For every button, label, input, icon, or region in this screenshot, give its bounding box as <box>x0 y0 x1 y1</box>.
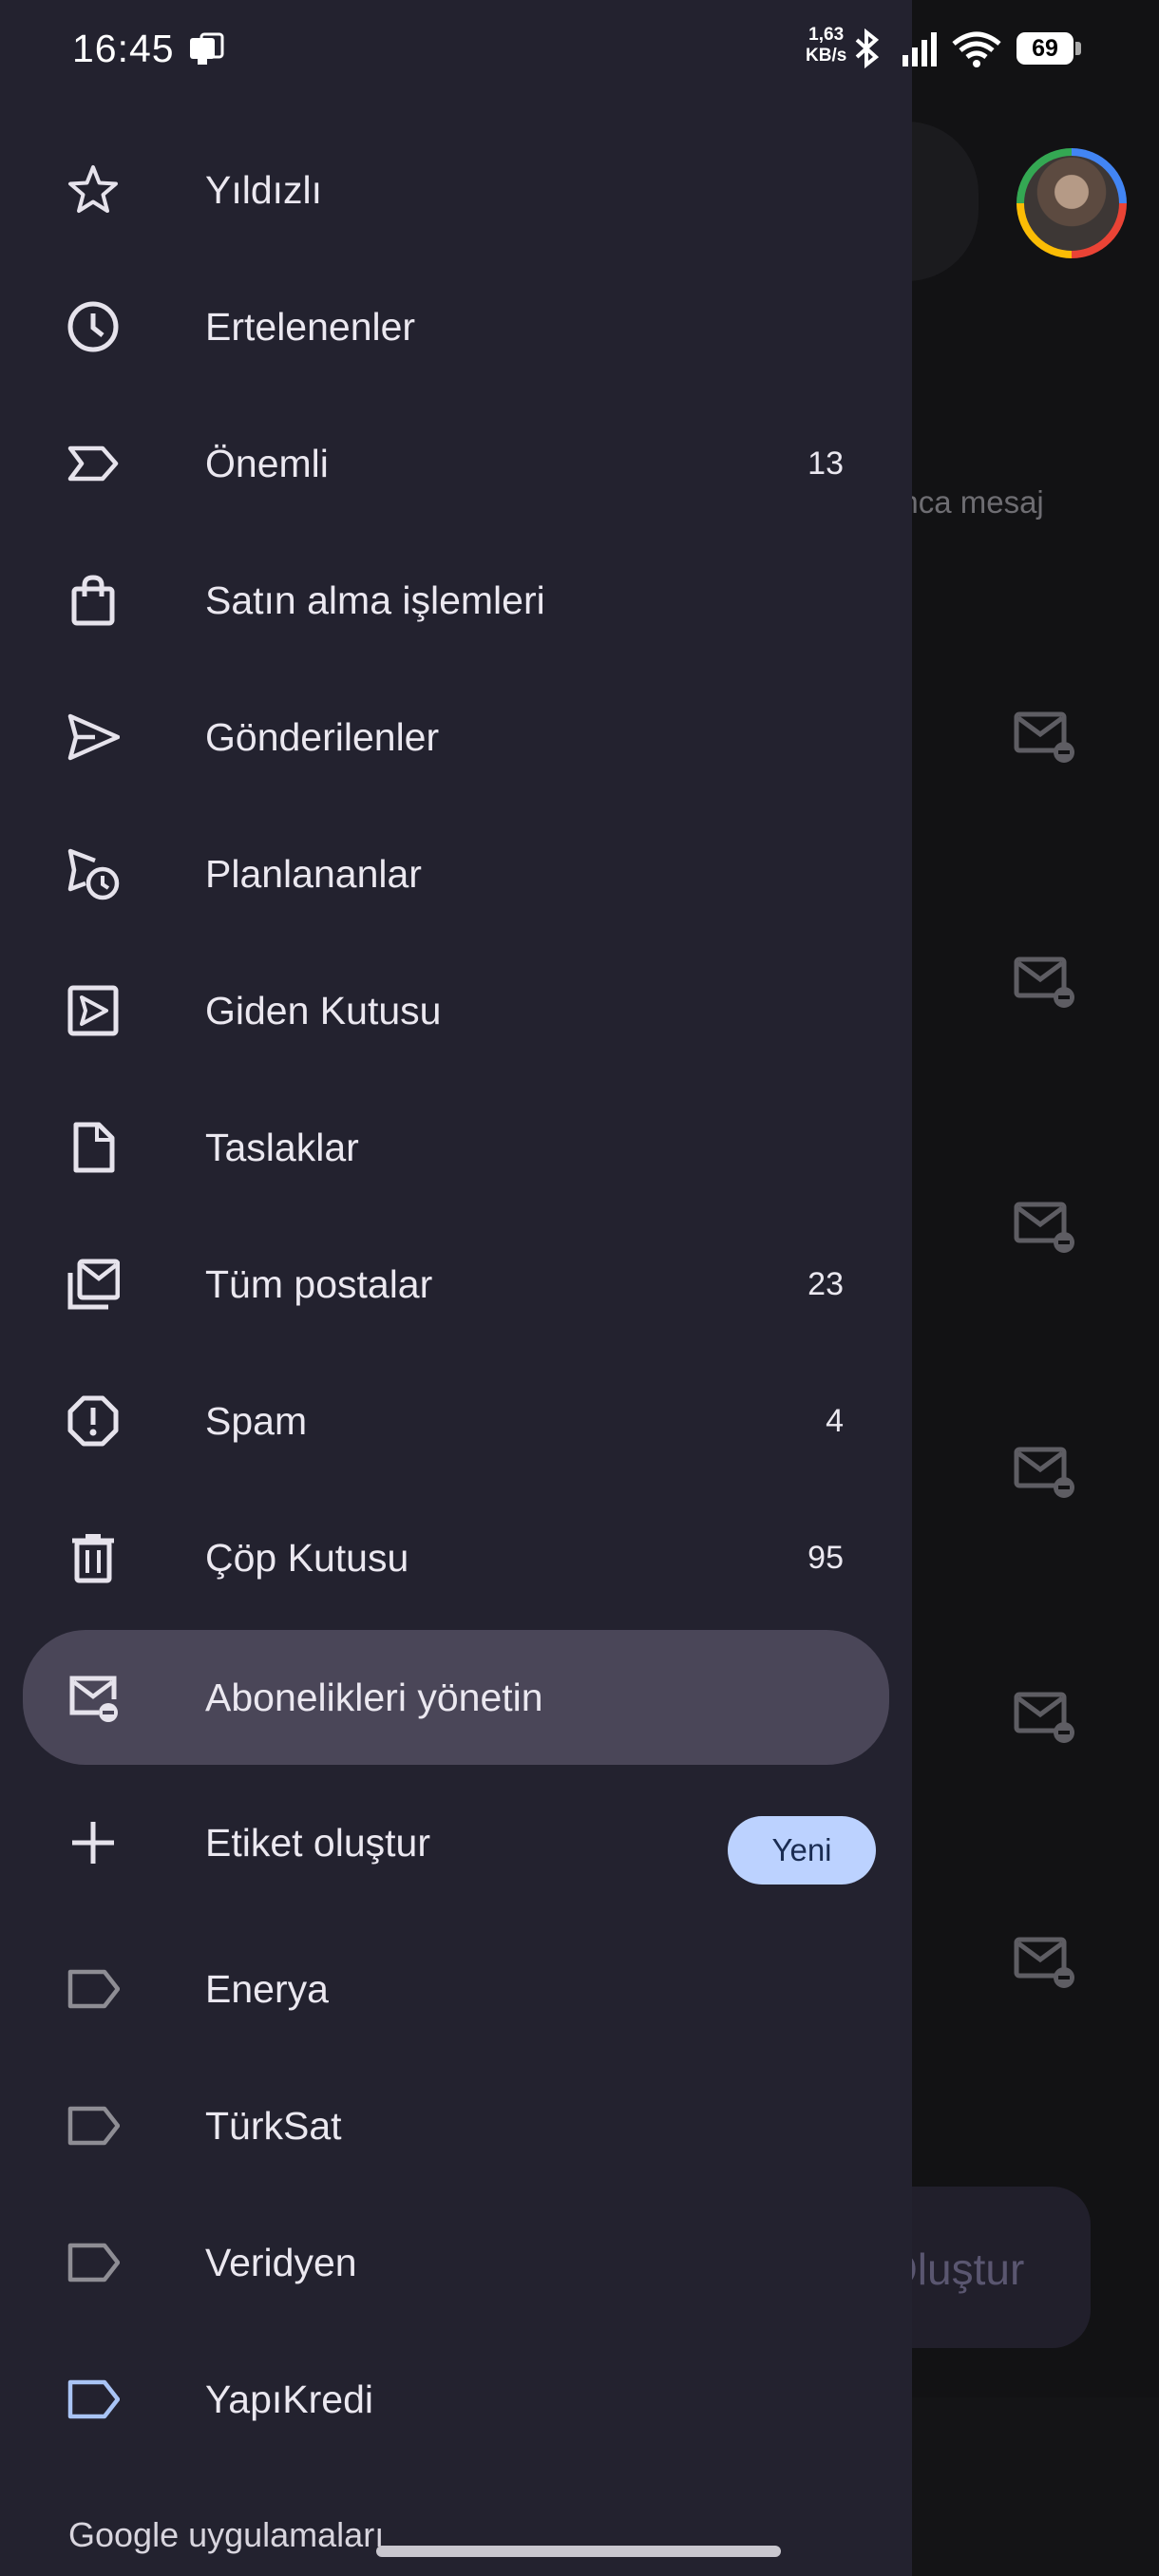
wifi-icon <box>952 31 1001 67</box>
drawer-label-enerya[interactable]: Enerya <box>23 1926 889 2052</box>
unsubscribe-mail-icon <box>1014 1937 1074 1988</box>
drawer-item-sent[interactable]: Gönderilenler <box>23 674 889 800</box>
spam-icon <box>67 1395 119 1447</box>
account-avatar <box>1016 148 1127 258</box>
new-badge: Yeni <box>728 1816 876 1885</box>
drawer-item-outbox[interactable]: Giden Kutusu <box>23 948 889 1073</box>
drawer-item-create-label[interactable]: Etiket oluştur Yeni <box>23 1780 889 1905</box>
drawer-item-purchases[interactable]: Satın alma işlemleri <box>23 538 889 663</box>
label-icon <box>67 2106 120 2146</box>
label-icon <box>67 1969 120 2009</box>
star-icon <box>68 165 118 213</box>
send-icon <box>67 713 120 761</box>
drawer-item-all-mail[interactable]: Tüm postalar 23 <box>23 1222 889 1347</box>
drawer-item-manage-subscriptions[interactable]: Abonelikleri yönetin <box>23 1630 889 1765</box>
drawer-item-starred[interactable]: Yıldızlı <box>23 127 889 253</box>
plus-icon <box>72 1822 114 1864</box>
signal-icon <box>902 32 937 66</box>
screen-cast-icon <box>190 32 224 65</box>
label-icon <box>67 2379 120 2419</box>
label-icon <box>67 2243 120 2282</box>
drawer-item-scheduled[interactable]: Planlananlar <box>23 811 889 937</box>
battery-indicator: 69 <box>1016 32 1074 65</box>
important-icon <box>67 445 119 482</box>
drawer-item-trash[interactable]: Çöp Kutusu 95 <box>23 1495 889 1620</box>
status-time: 16:45 <box>72 27 175 70</box>
unsubscribe-mail-icon <box>69 1676 118 1722</box>
drawer-item-spam[interactable]: Spam 4 <box>23 1358 889 1484</box>
outbox-icon <box>67 985 119 1036</box>
drawer-item-snoozed[interactable]: Ertelenenler <box>23 264 889 389</box>
network-speed: 1,63 KB/s <box>806 25 847 66</box>
battery-cap <box>1075 42 1081 55</box>
unsubscribe-mail-icon <box>1014 957 1074 1008</box>
drawer-label-turksat[interactable]: TürkSat <box>23 2063 889 2188</box>
unsubscribe-mail-icon <box>1014 1692 1074 1743</box>
drawer-item-drafts[interactable]: Taslaklar <box>23 1085 889 1210</box>
schedule-send-icon <box>67 848 120 900</box>
shopping-bag-icon <box>71 575 115 626</box>
draft-icon <box>73 1122 115 1173</box>
drawer-label-yapikredi[interactable]: YapıKredi <box>23 2337 889 2462</box>
bluetooth-icon <box>855 28 880 69</box>
unsubscribe-mail-icon <box>1014 711 1074 763</box>
drawer-label-veridyen[interactable]: Veridyen <box>23 2200 889 2325</box>
all-mail-icon <box>67 1259 120 1310</box>
unsubscribe-mail-icon <box>1014 1447 1074 1498</box>
trash-icon <box>72 1534 114 1583</box>
drawer-item-important[interactable]: Önemli 13 <box>23 401 889 526</box>
unsubscribe-mail-icon <box>1014 1202 1074 1253</box>
google-apps-section-title: Google uygulamaları <box>68 2515 385 2554</box>
clock-icon <box>67 301 119 352</box>
home-indicator[interactable] <box>376 2546 781 2557</box>
